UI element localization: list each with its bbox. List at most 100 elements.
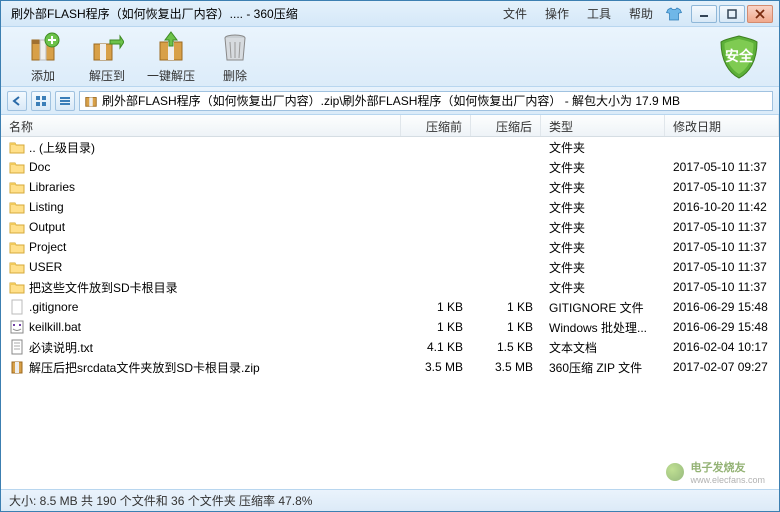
- path-bar[interactable]: 刷外部FLASH程序（如何恢复出厂内容）.zip\刷外部FLASH程序（如何恢复…: [79, 91, 773, 111]
- table-row[interactable]: Project文件夹2017-05-10 11:37: [1, 237, 779, 257]
- folder-icon: [9, 279, 25, 295]
- table-row[interactable]: 解压后把srcdata文件夹放到SD卡根目录.zip3.5 MB3.5 MB36…: [1, 357, 779, 377]
- file-date: [665, 146, 779, 148]
- table-row[interactable]: USER文件夹2017-05-10 11:37: [1, 257, 779, 277]
- col-type[interactable]: 类型: [541, 115, 665, 136]
- size-after: [471, 146, 541, 148]
- view-list-button[interactable]: [55, 91, 75, 111]
- file-date: 2017-05-10 11:37: [665, 259, 779, 275]
- file-type: 文件夹: [541, 158, 665, 177]
- size-after: 3.5 MB: [471, 359, 541, 375]
- navbar: 刷外部FLASH程序（如何恢复出厂内容）.zip\刷外部FLASH程序（如何恢复…: [1, 87, 779, 115]
- file-date: 2017-05-10 11:37: [665, 159, 779, 175]
- folder-icon: [9, 139, 25, 155]
- file-name: keilkill.bat: [29, 320, 81, 334]
- file-type: 文件夹: [541, 258, 665, 277]
- table-row[interactable]: keilkill.bat1 KB1 KBWindows 批处理...2016-0…: [1, 317, 779, 337]
- file-name: 必读说明.txt: [29, 339, 93, 356]
- file-type: 360压缩 ZIP 文件: [541, 358, 665, 377]
- titlebar: 刷外部FLASH程序（如何恢复出厂内容）.... - 360压缩 文件 操作 工…: [1, 1, 779, 27]
- table-row[interactable]: 把这些文件放到SD卡根目录文件夹2017-05-10 11:37: [1, 277, 779, 297]
- status-text: 大小: 8.5 MB 共 190 个文件和 36 个文件夹 压缩率 47.8%: [9, 492, 312, 509]
- extract-to-label: 解压到: [89, 67, 125, 84]
- one-click-extract-button[interactable]: 一键解压: [139, 29, 203, 84]
- menubar: 文件 操作 工具 帮助: [503, 5, 653, 22]
- size-before: [401, 206, 471, 208]
- menu-file[interactable]: 文件: [503, 5, 527, 22]
- view-large-icons-button[interactable]: [31, 91, 51, 111]
- size-before: [401, 146, 471, 148]
- file-list[interactable]: .. (上级目录)文件夹Doc文件夹2017-05-10 11:37Librar…: [1, 137, 779, 489]
- file-icon: [9, 299, 25, 315]
- size-before: [401, 186, 471, 188]
- folder-icon: [9, 179, 25, 195]
- size-before: [401, 246, 471, 248]
- file-type: 文件夹: [541, 178, 665, 197]
- add-button[interactable]: 添加: [11, 29, 75, 84]
- back-button[interactable]: [7, 91, 27, 111]
- col-modified[interactable]: 修改日期: [665, 115, 779, 136]
- window-controls: [691, 5, 773, 23]
- safety-shield-icon: 安全: [715, 33, 763, 81]
- table-row[interactable]: .. (上级目录) 文件夹: [1, 137, 779, 157]
- file-name: .gitignore: [29, 300, 78, 314]
- file-type: 文件夹: [541, 218, 665, 237]
- size-after: [471, 186, 541, 188]
- table-row[interactable]: Doc 文件夹2017-05-10 11:37: [1, 157, 779, 177]
- size-before: [401, 266, 471, 268]
- size-before: [401, 226, 471, 228]
- col-before[interactable]: 压缩前: [401, 115, 471, 136]
- bat-icon: [9, 319, 25, 335]
- skin-icon[interactable]: [665, 7, 683, 21]
- maximize-button[interactable]: [719, 5, 745, 23]
- file-type: GITIGNORE 文件: [541, 298, 665, 317]
- file-type: 文件夹: [541, 198, 665, 217]
- trash-icon: [217, 29, 253, 65]
- file-date: 2017-05-10 11:37: [665, 219, 779, 235]
- delete-label: 删除: [223, 67, 247, 84]
- delete-button[interactable]: 删除: [203, 29, 267, 84]
- minimize-button[interactable]: [691, 5, 717, 23]
- file-name: Project: [29, 240, 66, 254]
- archive-icon: [84, 94, 98, 108]
- size-after: 1 KB: [471, 299, 541, 315]
- col-name[interactable]: 名称: [1, 115, 401, 136]
- extract-to-button[interactable]: 解压到: [75, 29, 139, 84]
- folder-icon: [9, 219, 25, 235]
- file-date: 2016-06-29 15:48: [665, 319, 779, 335]
- file-name: .. (上级目录): [29, 139, 95, 156]
- table-row[interactable]: Libraries文件夹2017-05-10 11:37: [1, 177, 779, 197]
- file-date: 2016-02-04 10:17: [665, 339, 779, 355]
- table-row[interactable]: 必读说明.txt4.1 KB1.5 KB文本文档2016-02-04 10:17: [1, 337, 779, 357]
- file-date: 2017-05-10 11:37: [665, 239, 779, 255]
- table-row[interactable]: Output 文件夹2017-05-10 11:37: [1, 217, 779, 237]
- table-row[interactable]: .gitignore1 KB1 KBGITIGNORE 文件2016-06-29…: [1, 297, 779, 317]
- file-type: 文件夹: [541, 138, 665, 157]
- shield-text: 安全: [725, 48, 754, 64]
- table-row[interactable]: Listing 文件夹2016-10-20 11:42: [1, 197, 779, 217]
- toolbar: 添加 解压到 一键解压 删除 安全: [1, 27, 779, 87]
- window-title: 刷外部FLASH程序（如何恢复出厂内容）.... - 360压缩: [7, 5, 503, 22]
- file-date: 2016-06-29 15:48: [665, 299, 779, 315]
- archive-add-icon: [25, 29, 61, 65]
- menu-tools[interactable]: 工具: [587, 5, 611, 22]
- file-name: Output: [29, 220, 65, 234]
- txt-icon: [9, 339, 25, 355]
- file-name: Doc: [29, 160, 50, 174]
- size-after: [471, 286, 541, 288]
- archive-oneclick-icon: [153, 29, 189, 65]
- zip-icon: [9, 359, 25, 375]
- menu-help[interactable]: 帮助: [629, 5, 653, 22]
- file-name: 把这些文件放到SD卡根目录: [29, 279, 178, 296]
- col-after[interactable]: 压缩后: [471, 115, 541, 136]
- file-type: 文件夹: [541, 278, 665, 297]
- file-name: Listing: [29, 200, 64, 214]
- file-date: 2016-10-20 11:42: [665, 199, 779, 215]
- size-before: 4.1 KB: [401, 339, 471, 355]
- app-window: 刷外部FLASH程序（如何恢复出厂内容）.... - 360压缩 文件 操作 工…: [0, 0, 780, 512]
- folder-icon: [9, 159, 25, 175]
- file-date: 2017-02-07 09:27: [665, 359, 779, 375]
- menu-operation[interactable]: 操作: [545, 5, 569, 22]
- close-button[interactable]: [747, 5, 773, 23]
- add-label: 添加: [31, 67, 55, 84]
